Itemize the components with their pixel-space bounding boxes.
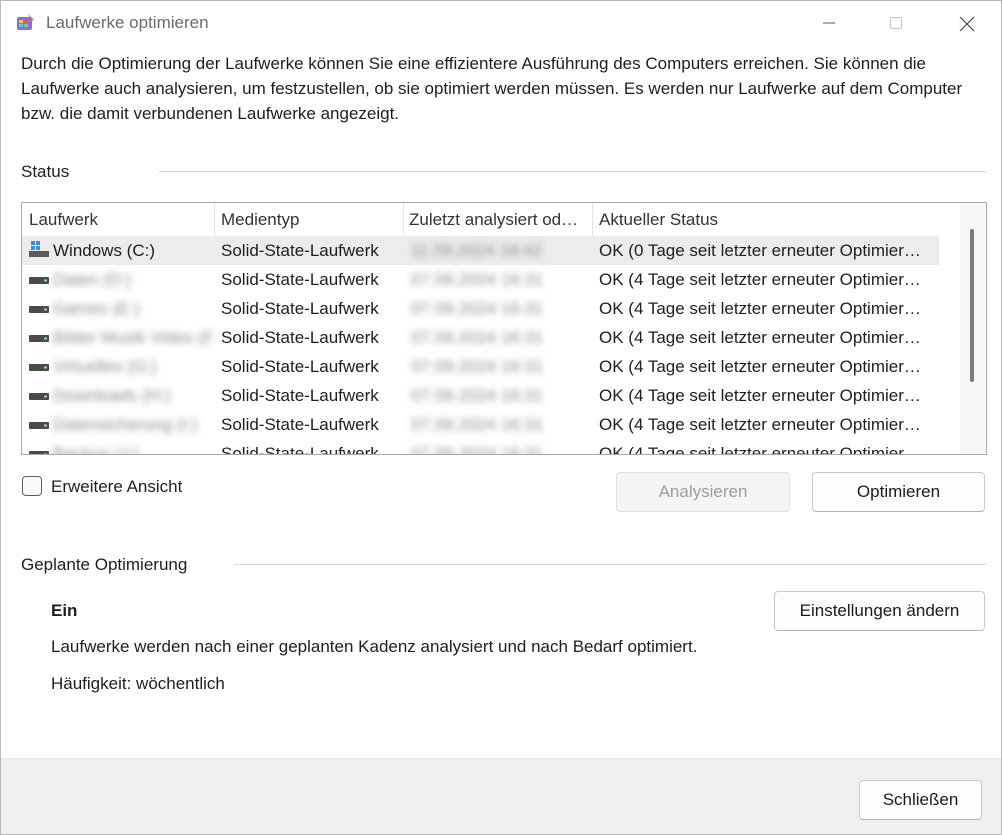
current-status: OK (4 Tage seit letzter erneuter Optimie… xyxy=(599,328,921,347)
windows-drive-icon xyxy=(29,241,49,257)
close-window-button[interactable] xyxy=(943,1,989,45)
last-analyzed: 11.09.2024 18:42 xyxy=(411,241,543,260)
defrag-app-icon xyxy=(17,14,34,30)
drive-name: Virtuelles (G:) xyxy=(53,357,157,376)
drive-name: Backup (J:) xyxy=(53,444,139,455)
dialog-footer: Schließen xyxy=(1,758,1001,834)
drive-row[interactable]: Datensicherung (I:) Solid-State-Laufwerk… xyxy=(22,410,939,439)
drive-icon xyxy=(29,451,49,454)
media-type: Solid-State-Laufwerk xyxy=(221,415,379,434)
last-analyzed: 07.09.2024 16:31 xyxy=(411,328,544,347)
advanced-view-checkbox[interactable] xyxy=(22,476,42,496)
optimize-button[interactable]: Optimieren xyxy=(812,472,985,512)
drive-row[interactable]: Backup (J:) Solid-State-Laufwerk 07.09.2… xyxy=(22,439,939,455)
column-separator[interactable] xyxy=(403,203,404,236)
close-icon xyxy=(959,16,975,32)
drive-row[interactable]: Virtuelles (G:) Solid-State-Laufwerk 07.… xyxy=(22,352,939,381)
drive-icon xyxy=(29,335,49,342)
drive-name: Downloads (H:) xyxy=(53,386,171,405)
last-analyzed: 07.09.2024 16:31 xyxy=(411,357,544,376)
column-separator[interactable] xyxy=(214,203,215,236)
window-title: Laufwerke optimieren xyxy=(46,13,209,32)
last-analyzed: 07.09.2024 16:31 xyxy=(411,386,544,405)
media-type: Solid-State-Laufwerk xyxy=(221,444,379,455)
status-section-label: Status xyxy=(21,162,70,181)
drive-list-header: Laufwerk Medientyp Zuletzt analysiert od… xyxy=(22,203,939,237)
close-button[interactable]: Schließen xyxy=(859,780,982,820)
media-type: Solid-State-Laufwerk xyxy=(221,386,379,405)
optimize-drives-window: Laufwerke optimieren Durch die Optimieru… xyxy=(0,0,1002,835)
minimize-icon xyxy=(823,22,835,24)
scheduled-frequency: Häufigkeit: wöchentlich xyxy=(51,674,225,693)
drive-row[interactable]: Windows (C:) Solid-State-Laufwerk 11.09.… xyxy=(22,236,939,265)
current-status: OK (4 Tage seit letzter erneuter Optimie… xyxy=(599,270,921,289)
drive-row[interactable]: Bilder Musik Video (F:) Solid-State-Lauf… xyxy=(22,323,939,352)
drive-icon xyxy=(29,422,49,429)
scheduled-state: Ein xyxy=(51,601,78,620)
scheduled-description: Laufwerke werden nach einer geplanten Ka… xyxy=(51,637,698,656)
drive-name: Windows (C:) xyxy=(53,241,156,260)
maximize-button xyxy=(873,1,919,45)
drive-name: Games (E:) xyxy=(53,299,140,318)
current-status: OK (0 Tage seit letzter erneuter Optimie… xyxy=(599,241,921,260)
column-separator[interactable] xyxy=(592,203,593,236)
advanced-view-label[interactable]: Erweitere Ansicht xyxy=(51,477,182,497)
maximize-icon xyxy=(890,17,902,29)
last-analyzed: 07.09.2024 16:31 xyxy=(411,270,544,289)
drive-list[interactable]: Laufwerk Medientyp Zuletzt analysiert od… xyxy=(21,202,987,455)
current-status: OK (4 Tage seit letzter erneuter Optimie… xyxy=(599,386,921,405)
analyze-button[interactable]: Analysieren xyxy=(616,472,790,512)
change-settings-button[interactable]: Einstellungen ändern xyxy=(774,591,985,631)
current-status: OK (4 Tage seit letzter erneuter Optimie… xyxy=(599,444,921,455)
drive-name: Daten (D:) xyxy=(53,270,132,289)
current-status: OK (4 Tage seit letzter erneuter Optimie… xyxy=(599,299,921,318)
status-divider xyxy=(159,171,986,172)
current-status: OK (4 Tage seit letzter erneuter Optimie… xyxy=(599,357,921,376)
last-analyzed: 07.09.2024 16:31 xyxy=(411,415,544,434)
last-analyzed: 07.09.2024 16:31 xyxy=(411,299,544,318)
drive-row[interactable]: Daten (D:) Solid-State-Laufwerk 07.09.20… xyxy=(22,265,939,294)
scrollbar-thumb[interactable] xyxy=(970,229,974,382)
media-type: Solid-State-Laufwerk xyxy=(221,328,379,347)
drive-icon xyxy=(29,393,49,400)
drive-icon xyxy=(29,277,49,284)
column-header-last-analyzed[interactable]: Zuletzt analysiert od… xyxy=(409,203,589,236)
drive-name: Datensicherung (I:) xyxy=(53,415,198,434)
drive-icon xyxy=(29,306,49,313)
drive-list-scrollbar[interactable] xyxy=(960,203,985,454)
scheduled-divider xyxy=(234,564,986,565)
drive-row[interactable]: Games (E:) Solid-State-Laufwerk 07.09.20… xyxy=(22,294,939,323)
media-type: Solid-State-Laufwerk xyxy=(221,357,379,376)
current-status: OK (4 Tage seit letzter erneuter Optimie… xyxy=(599,415,921,434)
column-header-media-type[interactable]: Medientyp xyxy=(221,203,396,236)
drive-name: Bilder Musik Video (F:) xyxy=(53,328,213,347)
last-analyzed: 07.09.2024 16:31 xyxy=(411,444,544,455)
title-bar: Laufwerke optimieren xyxy=(1,1,1001,45)
scheduled-section-label: Geplante Optimierung xyxy=(21,555,188,574)
media-type: Solid-State-Laufwerk xyxy=(221,270,379,289)
drive-row[interactable]: Downloads (H:) Solid-State-Laufwerk 07.0… xyxy=(22,381,939,410)
media-type: Solid-State-Laufwerk xyxy=(221,299,379,318)
column-header-drive[interactable]: Laufwerk xyxy=(29,203,209,236)
minimize-button[interactable] xyxy=(806,1,852,45)
drive-icon xyxy=(29,364,49,371)
media-type: Solid-State-Laufwerk xyxy=(221,241,379,260)
column-header-current-status[interactable]: Aktueller Status xyxy=(599,203,929,236)
intro-text: Durch die Optimierung der Laufwerke könn… xyxy=(21,54,963,123)
